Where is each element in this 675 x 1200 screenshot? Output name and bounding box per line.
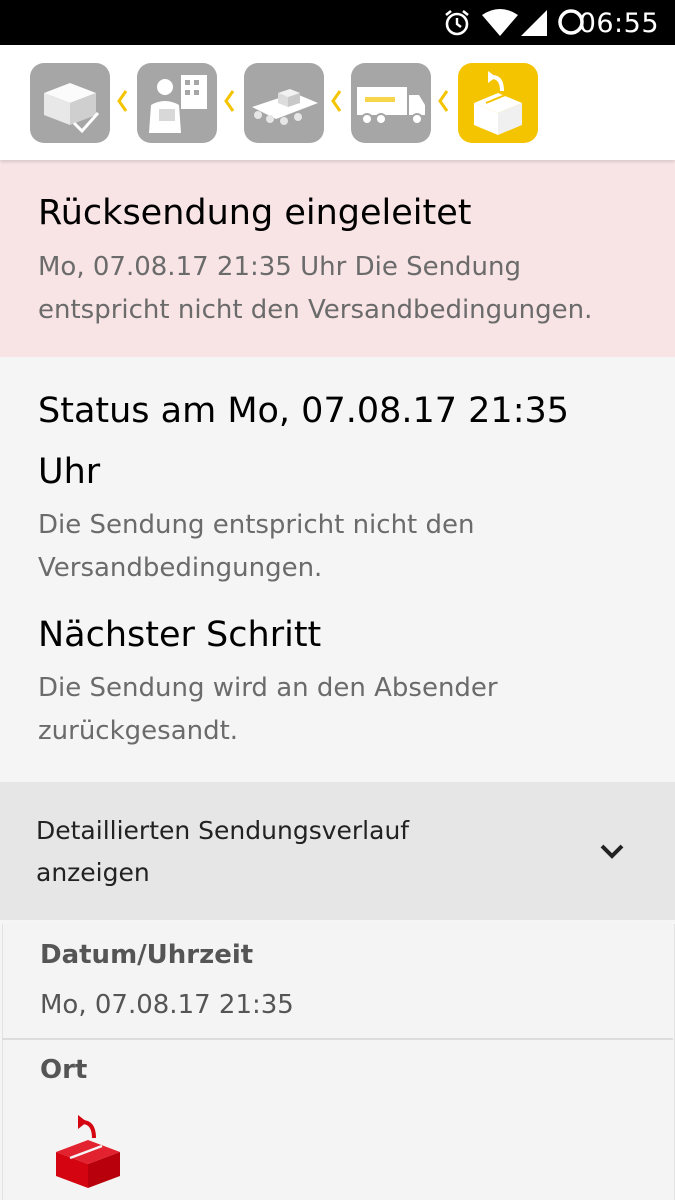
return-package-icon — [474, 71, 522, 135]
date-time-value: Mo, 07.08.17 21:35 — [40, 990, 294, 1020]
status-text-line2: Versandbedingungen. — [38, 553, 323, 583]
signal-icon — [521, 10, 547, 36]
chevron-left-icon — [438, 90, 449, 112]
chevron-left-icon — [117, 90, 128, 112]
tracking-progress — [0, 45, 675, 160]
alarm-icon — [445, 9, 469, 36]
expander-label-line1: Detaillierten Sendungsverlauf — [36, 816, 410, 845]
chevron-left-icon — [224, 90, 235, 112]
divider — [2, 1038, 673, 1040]
step-package-delivered[interactable] — [30, 63, 110, 143]
alert-text-line2: entspricht nicht den Versandbedingungen. — [38, 295, 593, 325]
location-label: Ort — [40, 1055, 88, 1085]
chevron-down-icon[interactable] — [598, 842, 626, 862]
next-step-heading: Nächster Schritt — [38, 615, 322, 655]
status-heading-line1: Status am Mo, 07.08.17 21:35 — [38, 391, 570, 431]
step-return-package[interactable] — [458, 63, 538, 143]
date-time-label: Datum/Uhrzeit — [40, 940, 254, 970]
chevron-left-icon — [331, 90, 342, 112]
status-bar: 06:55 — [0, 0, 675, 45]
step-truck[interactable] — [351, 63, 431, 143]
alert-title: Rücksendung eingeleitet — [38, 193, 472, 233]
clock: 06:55 — [578, 8, 659, 39]
truck-icon — [357, 87, 425, 125]
courier-icon — [149, 75, 207, 133]
step-conveyor[interactable] — [244, 63, 324, 143]
next-step-text-line2: zurückgesandt. — [38, 716, 239, 746]
expander-label-line2: anzeigen — [36, 858, 150, 887]
return-package-red-icon — [56, 1115, 120, 1188]
alert-text-line1: Mo, 07.08.17 21:35 Uhr Die Sendung — [38, 252, 522, 282]
conveyor-icon — [252, 89, 318, 125]
step-courier[interactable] — [137, 63, 217, 143]
status-text-line1: Die Sendung entspricht nicht den — [38, 510, 475, 540]
next-step-text-line1: Die Sendung wird an den Absender — [38, 673, 498, 703]
status-heading-line2: Uhr — [38, 452, 101, 492]
expander-label[interactable]: Detaillierten Sendungsverlauf anzeigen — [36, 810, 556, 894]
wifi-icon — [482, 9, 518, 36]
package-delivered-icon — [44, 83, 100, 134]
